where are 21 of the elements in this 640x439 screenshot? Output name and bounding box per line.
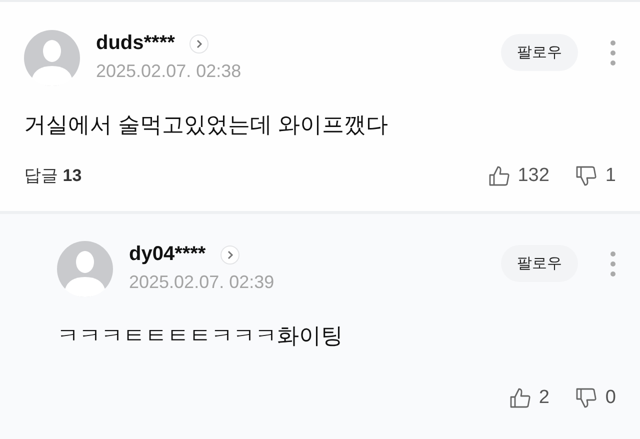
replies-link[interactable]: 답글 13 — [24, 164, 82, 187]
like-count: 2 — [538, 387, 550, 409]
follow-button[interactable]: 팔로우 — [501, 245, 578, 282]
avatar-icon — [57, 241, 113, 297]
follow-button[interactable]: 팔로우 — [501, 34, 578, 71]
comment-text: ㅋㅋㅋㅌㅌㅌㅌㅋㅋㅋ화이팅 — [57, 322, 344, 350]
thumbs-up-icon[interactable] — [488, 164, 510, 186]
thumbs-up-icon[interactable] — [508, 387, 531, 409]
comment-date: 2025.02.07. 02:38 — [96, 61, 242, 82]
comment-text: 거실에서 술먹고있었는데 와이프깼다 — [24, 111, 390, 139]
thumbs-down-icon[interactable] — [575, 164, 598, 186]
comment-date: 2025.02.07. 02:39 — [129, 272, 276, 293]
author-name[interactable]: duds**** — [96, 32, 175, 55]
chevron-right-icon[interactable] — [188, 34, 209, 54]
dislike-count: 0 — [605, 387, 616, 409]
author-name[interactable]: dy04**** — [129, 243, 206, 266]
like-count: 132 — [518, 164, 550, 186]
chevron-right-icon[interactable] — [220, 244, 240, 264]
avatar-icon — [24, 30, 80, 86]
thumbs-down-icon[interactable] — [575, 387, 598, 409]
dislike-count: 1 — [605, 164, 616, 186]
